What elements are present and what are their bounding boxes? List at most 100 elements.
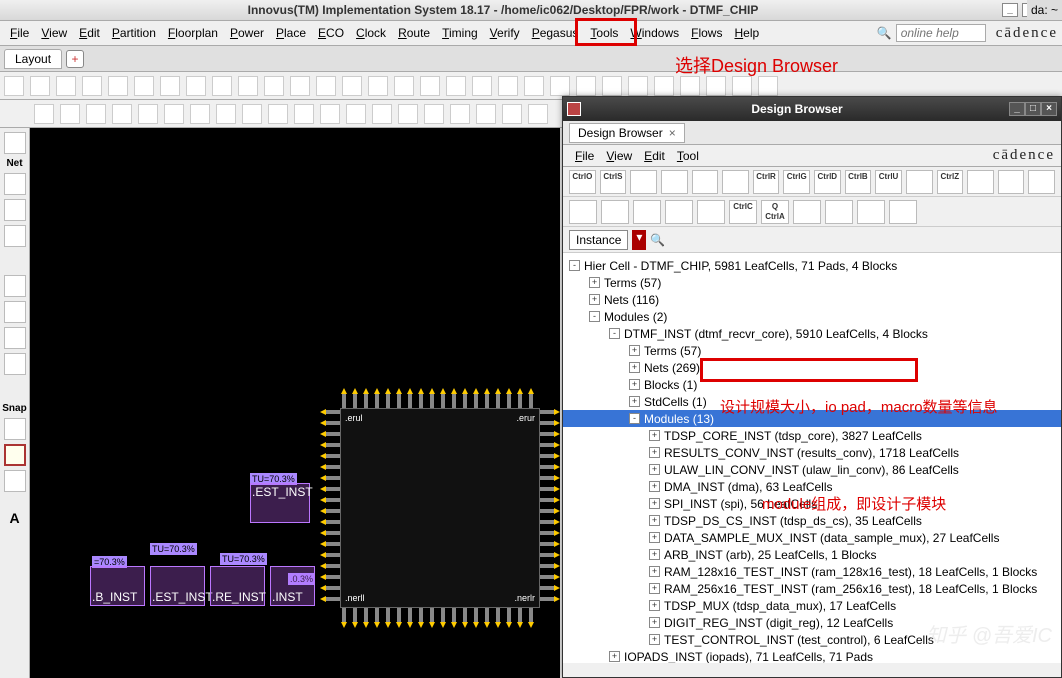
dbt1-btn-4[interactable]: [692, 170, 719, 194]
tb1-icon-21[interactable]: [550, 76, 570, 96]
tree-row[interactable]: +Nets (269): [563, 359, 1061, 376]
menu-timing[interactable]: Timing: [436, 24, 484, 42]
expand-icon[interactable]: +: [649, 634, 660, 645]
tb2-icon-1[interactable]: [60, 104, 80, 124]
tb1-icon-9[interactable]: [238, 76, 258, 96]
expand-icon[interactable]: +: [649, 566, 660, 577]
search-input[interactable]: [896, 24, 986, 42]
dbt2-btn-1[interactable]: [601, 200, 629, 224]
dbt2-btn-6[interactable]: Q CtrlA: [761, 200, 789, 224]
dbt2-btn-8[interactable]: [825, 200, 853, 224]
dbt1-btn-8[interactable]: CtrlD: [814, 170, 841, 194]
menu-route[interactable]: Route: [392, 24, 436, 42]
tb2-icon-2[interactable]: [86, 104, 106, 124]
menu-file[interactable]: File: [4, 24, 35, 42]
tree-row[interactable]: +TDSP_CORE_INST (tdsp_core), 3827 LeafCe…: [563, 427, 1061, 444]
dbt1-btn-1[interactable]: CtrlS: [600, 170, 627, 194]
dbt1-btn-14[interactable]: [998, 170, 1025, 194]
collapse-icon[interactable]: -: [629, 413, 640, 424]
dbt2-btn-9[interactable]: [857, 200, 885, 224]
search-icon[interactable]: 🔍: [877, 26, 892, 40]
tb2-icon-17[interactable]: [476, 104, 496, 124]
dbt2-btn-10[interactable]: [889, 200, 917, 224]
tb2-icon-7[interactable]: [216, 104, 236, 124]
tree-row[interactable]: +DIGIT_REG_INST (digit_reg), 12 LeafCell…: [563, 614, 1061, 631]
expand-icon[interactable]: +: [629, 379, 640, 390]
tb1-icon-14[interactable]: [368, 76, 388, 96]
tb2-icon-8[interactable]: [242, 104, 262, 124]
block-inst[interactable]: .INST: [270, 566, 315, 606]
tb1-icon-12[interactable]: [316, 76, 336, 96]
tb1-icon-13[interactable]: [342, 76, 362, 96]
tb2-icon-14[interactable]: [398, 104, 418, 124]
tree-row[interactable]: +RAM_128x16_TEST_INST (ram_128x16_test),…: [563, 563, 1061, 580]
menu-clock[interactable]: Clock: [350, 24, 392, 42]
db-tab-close-icon[interactable]: ×: [669, 126, 676, 140]
menu-power[interactable]: Power: [224, 24, 270, 42]
expand-icon[interactable]: +: [649, 583, 660, 594]
db-maximize-button[interactable]: □: [1025, 102, 1041, 116]
tb2-icon-16[interactable]: [450, 104, 470, 124]
tb2-icon-11[interactable]: [320, 104, 340, 124]
tree-row[interactable]: -Modules (13): [563, 410, 1061, 427]
menu-partition[interactable]: Partition: [106, 24, 162, 42]
tb1-icon-28[interactable]: [732, 76, 752, 96]
tb2-icon-3[interactable]: [112, 104, 132, 124]
expand-icon[interactable]: +: [649, 481, 660, 492]
tb1-icon-0[interactable]: [4, 76, 24, 96]
search-icon-2[interactable]: 🔍: [650, 233, 665, 247]
menu-place[interactable]: Place: [270, 24, 312, 42]
dbt1-btn-11[interactable]: [906, 170, 933, 194]
tb1-icon-18[interactable]: [472, 76, 492, 96]
expand-icon[interactable]: +: [649, 617, 660, 628]
tb2-icon-13[interactable]: [372, 104, 392, 124]
tab-add-button[interactable]: +: [66, 50, 84, 68]
menu-verify[interactable]: Verify: [484, 24, 526, 42]
dbt2-btn-3[interactable]: [665, 200, 693, 224]
dbt2-btn-0[interactable]: [569, 200, 597, 224]
tree-row[interactable]: +Blocks (1): [563, 376, 1061, 393]
expand-icon[interactable]: +: [629, 362, 640, 373]
dbt1-btn-0[interactable]: CtrlO: [569, 170, 596, 194]
layout-canvas[interactable]: .erul .erur .nerll .nerlr .M TU=70.3% .E…: [30, 128, 560, 678]
db-menu-tool[interactable]: Tool: [671, 147, 705, 165]
block-est-inst-1[interactable]: .EST_INST: [250, 483, 310, 523]
tb1-icon-25[interactable]: [654, 76, 674, 96]
tree-row[interactable]: +DMA_INST (dma), 63 LeafCells: [563, 478, 1061, 495]
tab-layout[interactable]: Layout: [4, 49, 62, 69]
layer-tool-1-icon[interactable]: [4, 275, 26, 297]
menu-pegasus[interactable]: Pegasus: [526, 24, 585, 42]
collapse-icon[interactable]: -: [569, 260, 580, 271]
tb2-icon-4[interactable]: [138, 104, 158, 124]
tb1-icon-3[interactable]: [82, 76, 102, 96]
tb2-icon-5[interactable]: [164, 104, 184, 124]
expand-icon[interactable]: +: [649, 430, 660, 441]
dbt1-btn-7[interactable]: CtrlG: [783, 170, 810, 194]
block-re-inst[interactable]: .RE_INST: [210, 566, 265, 606]
tb2-icon-0[interactable]: [34, 104, 54, 124]
tb1-icon-2[interactable]: [56, 76, 76, 96]
tree-row[interactable]: +RAM_256x16_TEST_INST (ram_256x16_test),…: [563, 580, 1061, 597]
snap-tool-2-icon[interactable]: [4, 444, 26, 466]
tb1-icon-22[interactable]: [576, 76, 596, 96]
expand-icon[interactable]: +: [589, 294, 600, 305]
db-tab[interactable]: Design Browser×: [569, 123, 685, 143]
menu-windows[interactable]: Windows: [624, 24, 685, 42]
tree-row[interactable]: +RESULTS_CONV_INST (results_conv), 1718 …: [563, 444, 1061, 461]
expand-icon[interactable]: +: [629, 396, 640, 407]
menu-help[interactable]: Help: [728, 24, 765, 42]
expand-icon[interactable]: +: [609, 651, 620, 662]
tree-row[interactable]: -Modules (2): [563, 308, 1061, 325]
dbt2-btn-2[interactable]: [633, 200, 661, 224]
menu-flows[interactable]: Flows: [685, 24, 728, 42]
tree-row[interactable]: +StdCells (1): [563, 393, 1061, 410]
net-tool-2-icon[interactable]: [4, 199, 26, 221]
dbt1-btn-10[interactable]: CtrlU: [875, 170, 902, 194]
expand-icon[interactable]: +: [649, 498, 660, 509]
design-tree[interactable]: -Hier Cell - DTMF_CHIP, 5981 LeafCells, …: [563, 253, 1061, 663]
menu-floorplan[interactable]: Floorplan: [162, 24, 224, 42]
tb1-icon-15[interactable]: [394, 76, 414, 96]
tree-row[interactable]: +DATA_SAMPLE_MUX_INST (data_sample_mux),…: [563, 529, 1061, 546]
tb1-icon-7[interactable]: [186, 76, 206, 96]
tb1-icon-5[interactable]: [134, 76, 154, 96]
